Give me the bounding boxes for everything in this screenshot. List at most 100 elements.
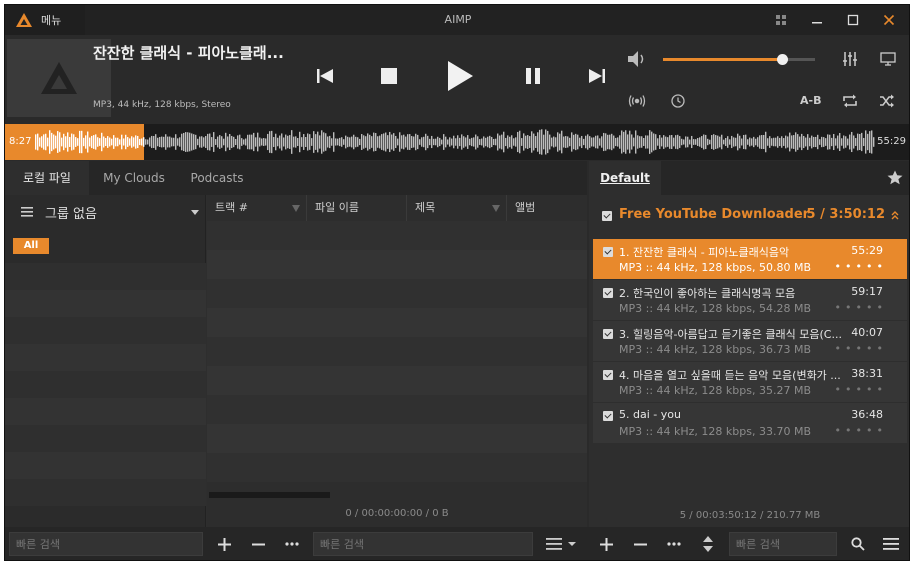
playlist-remove-button[interactable] bbox=[629, 532, 651, 556]
all-filter-badge[interactable]: All bbox=[13, 238, 49, 254]
volume-knob[interactable] bbox=[776, 54, 788, 65]
track-name: 2. 한국인이 좋아하는 클래식명곡 모음 bbox=[619, 287, 796, 300]
play-button[interactable] bbox=[443, 57, 477, 95]
pause-button[interactable] bbox=[519, 63, 547, 89]
waveform-bar bbox=[475, 134, 477, 150]
waveform-bar bbox=[427, 135, 429, 149]
waveform-bar bbox=[499, 135, 501, 149]
waveform-bar bbox=[335, 138, 337, 146]
sleep-timer-button[interactable] bbox=[668, 92, 688, 110]
rating-dots[interactable]: ••••• bbox=[835, 424, 887, 437]
repeat-button[interactable] bbox=[840, 92, 860, 110]
track-checkbox[interactable] bbox=[603, 411, 613, 421]
search-button[interactable] bbox=[847, 532, 869, 556]
playlist-add-button[interactable] bbox=[595, 532, 617, 556]
ab-repeat-button[interactable]: A-B bbox=[800, 94, 821, 107]
more-button[interactable] bbox=[281, 532, 303, 556]
playlist-menu-button[interactable] bbox=[879, 532, 903, 556]
playlist-search-input[interactable] bbox=[729, 532, 837, 556]
column-header-track[interactable]: 트랙 # bbox=[207, 195, 307, 221]
rating-dots[interactable]: ••••• bbox=[835, 260, 887, 273]
waveform-bar bbox=[221, 136, 223, 148]
waveform-bar bbox=[659, 135, 661, 149]
playlist-item[interactable]: 3. 힐링음악-아름답고 듣기좋은 클래식 모음(C... 40:07 MP3 … bbox=[593, 321, 907, 361]
waveform-bar bbox=[113, 135, 115, 149]
column-header-title[interactable]: 제목 bbox=[407, 195, 507, 221]
column-header-filename[interactable]: 파일 이름 bbox=[307, 195, 407, 221]
waveform-bar bbox=[641, 136, 643, 148]
stop-button[interactable] bbox=[375, 63, 403, 89]
waveform-bar bbox=[285, 134, 287, 150]
column-header-album[interactable]: 앨범 bbox=[507, 195, 587, 221]
sort-button[interactable] bbox=[697, 532, 719, 556]
tab-my-clouds[interactable]: My Clouds bbox=[93, 161, 175, 195]
minimize-button[interactable] bbox=[799, 5, 835, 35]
group-row bbox=[5, 263, 206, 290]
waveform-bar bbox=[123, 138, 125, 146]
library-menu-button[interactable] bbox=[543, 532, 579, 556]
close-button[interactable] bbox=[871, 5, 907, 35]
waveform-bar bbox=[743, 134, 745, 150]
more-horizontal-icon bbox=[285, 542, 299, 546]
visualization-button[interactable] bbox=[877, 50, 899, 68]
tab-podcasts[interactable]: Podcasts bbox=[179, 161, 255, 195]
playlist-group-header[interactable]: Free YouTube Downloader 5 / 3:50:12 bbox=[589, 205, 909, 225]
track-checkbox[interactable] bbox=[603, 247, 613, 257]
remove-button[interactable] bbox=[247, 532, 269, 556]
maximize-button[interactable] bbox=[835, 5, 871, 35]
group-checkbox[interactable] bbox=[602, 211, 612, 221]
playlist-item[interactable]: 4. 마음을 열고 싶을때 듣는 음악 모음(변화가 ... 38:31 MP3… bbox=[593, 362, 907, 402]
star-icon[interactable] bbox=[887, 170, 903, 185]
horizontal-scrollbar[interactable] bbox=[209, 492, 330, 498]
previous-button[interactable] bbox=[311, 63, 339, 89]
playlist-more-button[interactable] bbox=[663, 532, 685, 556]
waveform-bar bbox=[849, 134, 851, 150]
tab-local-files[interactable]: 로컬 파일 bbox=[5, 161, 89, 195]
waveform-bar bbox=[271, 130, 273, 154]
waveform-bar bbox=[537, 132, 539, 152]
waveform-bar bbox=[331, 138, 333, 146]
radio-button[interactable] bbox=[627, 92, 647, 110]
waveform-bar bbox=[251, 134, 253, 150]
waveform-bar bbox=[491, 136, 493, 148]
waveform-bar bbox=[149, 137, 151, 147]
collapse-icon[interactable] bbox=[891, 211, 899, 220]
waveform-seekbar[interactable]: 8:27 55:29 bbox=[5, 124, 909, 160]
mini-player-button[interactable] bbox=[763, 5, 799, 35]
waveform-bar bbox=[381, 134, 383, 150]
rating-dots[interactable]: ••••• bbox=[835, 301, 887, 314]
waveform-bar bbox=[119, 139, 121, 145]
playlist-item[interactable]: 5. dai - you 36:48 MP3 :: 44 kHz, 128 kb… bbox=[593, 403, 907, 443]
playlist-item[interactable]: 2. 한국인이 좋아하는 클래식명곡 모음 59:17 MP3 :: 44 kH… bbox=[593, 280, 907, 320]
waveform-bar bbox=[871, 130, 873, 154]
group-search-input[interactable] bbox=[9, 532, 203, 556]
track-checkbox[interactable] bbox=[603, 288, 613, 298]
next-button[interactable] bbox=[583, 63, 611, 89]
waveform-bar bbox=[97, 137, 99, 147]
waveform-bar bbox=[183, 132, 185, 152]
equalizer-button[interactable] bbox=[839, 50, 861, 68]
track-checkbox[interactable] bbox=[603, 370, 613, 380]
playlist-item[interactable]: 1. 잔잔한 클래식 - 피아노클래식음악 55:29 MP3 :: 44 kH… bbox=[593, 239, 907, 279]
rating-dots[interactable]: ••••• bbox=[835, 342, 887, 355]
waveform-bar bbox=[699, 137, 701, 147]
waveform-bar bbox=[349, 137, 351, 147]
waveform-bar bbox=[407, 134, 409, 150]
waveform-bar bbox=[269, 131, 271, 153]
list-item bbox=[207, 279, 587, 308]
rating-dots[interactable]: ••••• bbox=[835, 383, 887, 396]
library-search-input[interactable] bbox=[313, 532, 533, 556]
tab-default-playlist[interactable]: Default bbox=[589, 161, 661, 195]
grouping-selector[interactable]: 그룹 없음 bbox=[5, 195, 206, 227]
minus-icon bbox=[633, 543, 647, 545]
track-checkbox[interactable] bbox=[603, 329, 613, 339]
volume-slider[interactable] bbox=[663, 54, 815, 65]
column-header-label: 파일 이름 bbox=[315, 201, 359, 214]
waveform-bar bbox=[355, 136, 357, 148]
shuffle-button[interactable] bbox=[877, 92, 897, 110]
waveform-bar bbox=[599, 138, 601, 146]
volume-icon[interactable] bbox=[627, 50, 647, 68]
add-button[interactable] bbox=[213, 532, 235, 556]
waveform-bar bbox=[815, 136, 817, 148]
waveform-bar bbox=[401, 135, 403, 149]
